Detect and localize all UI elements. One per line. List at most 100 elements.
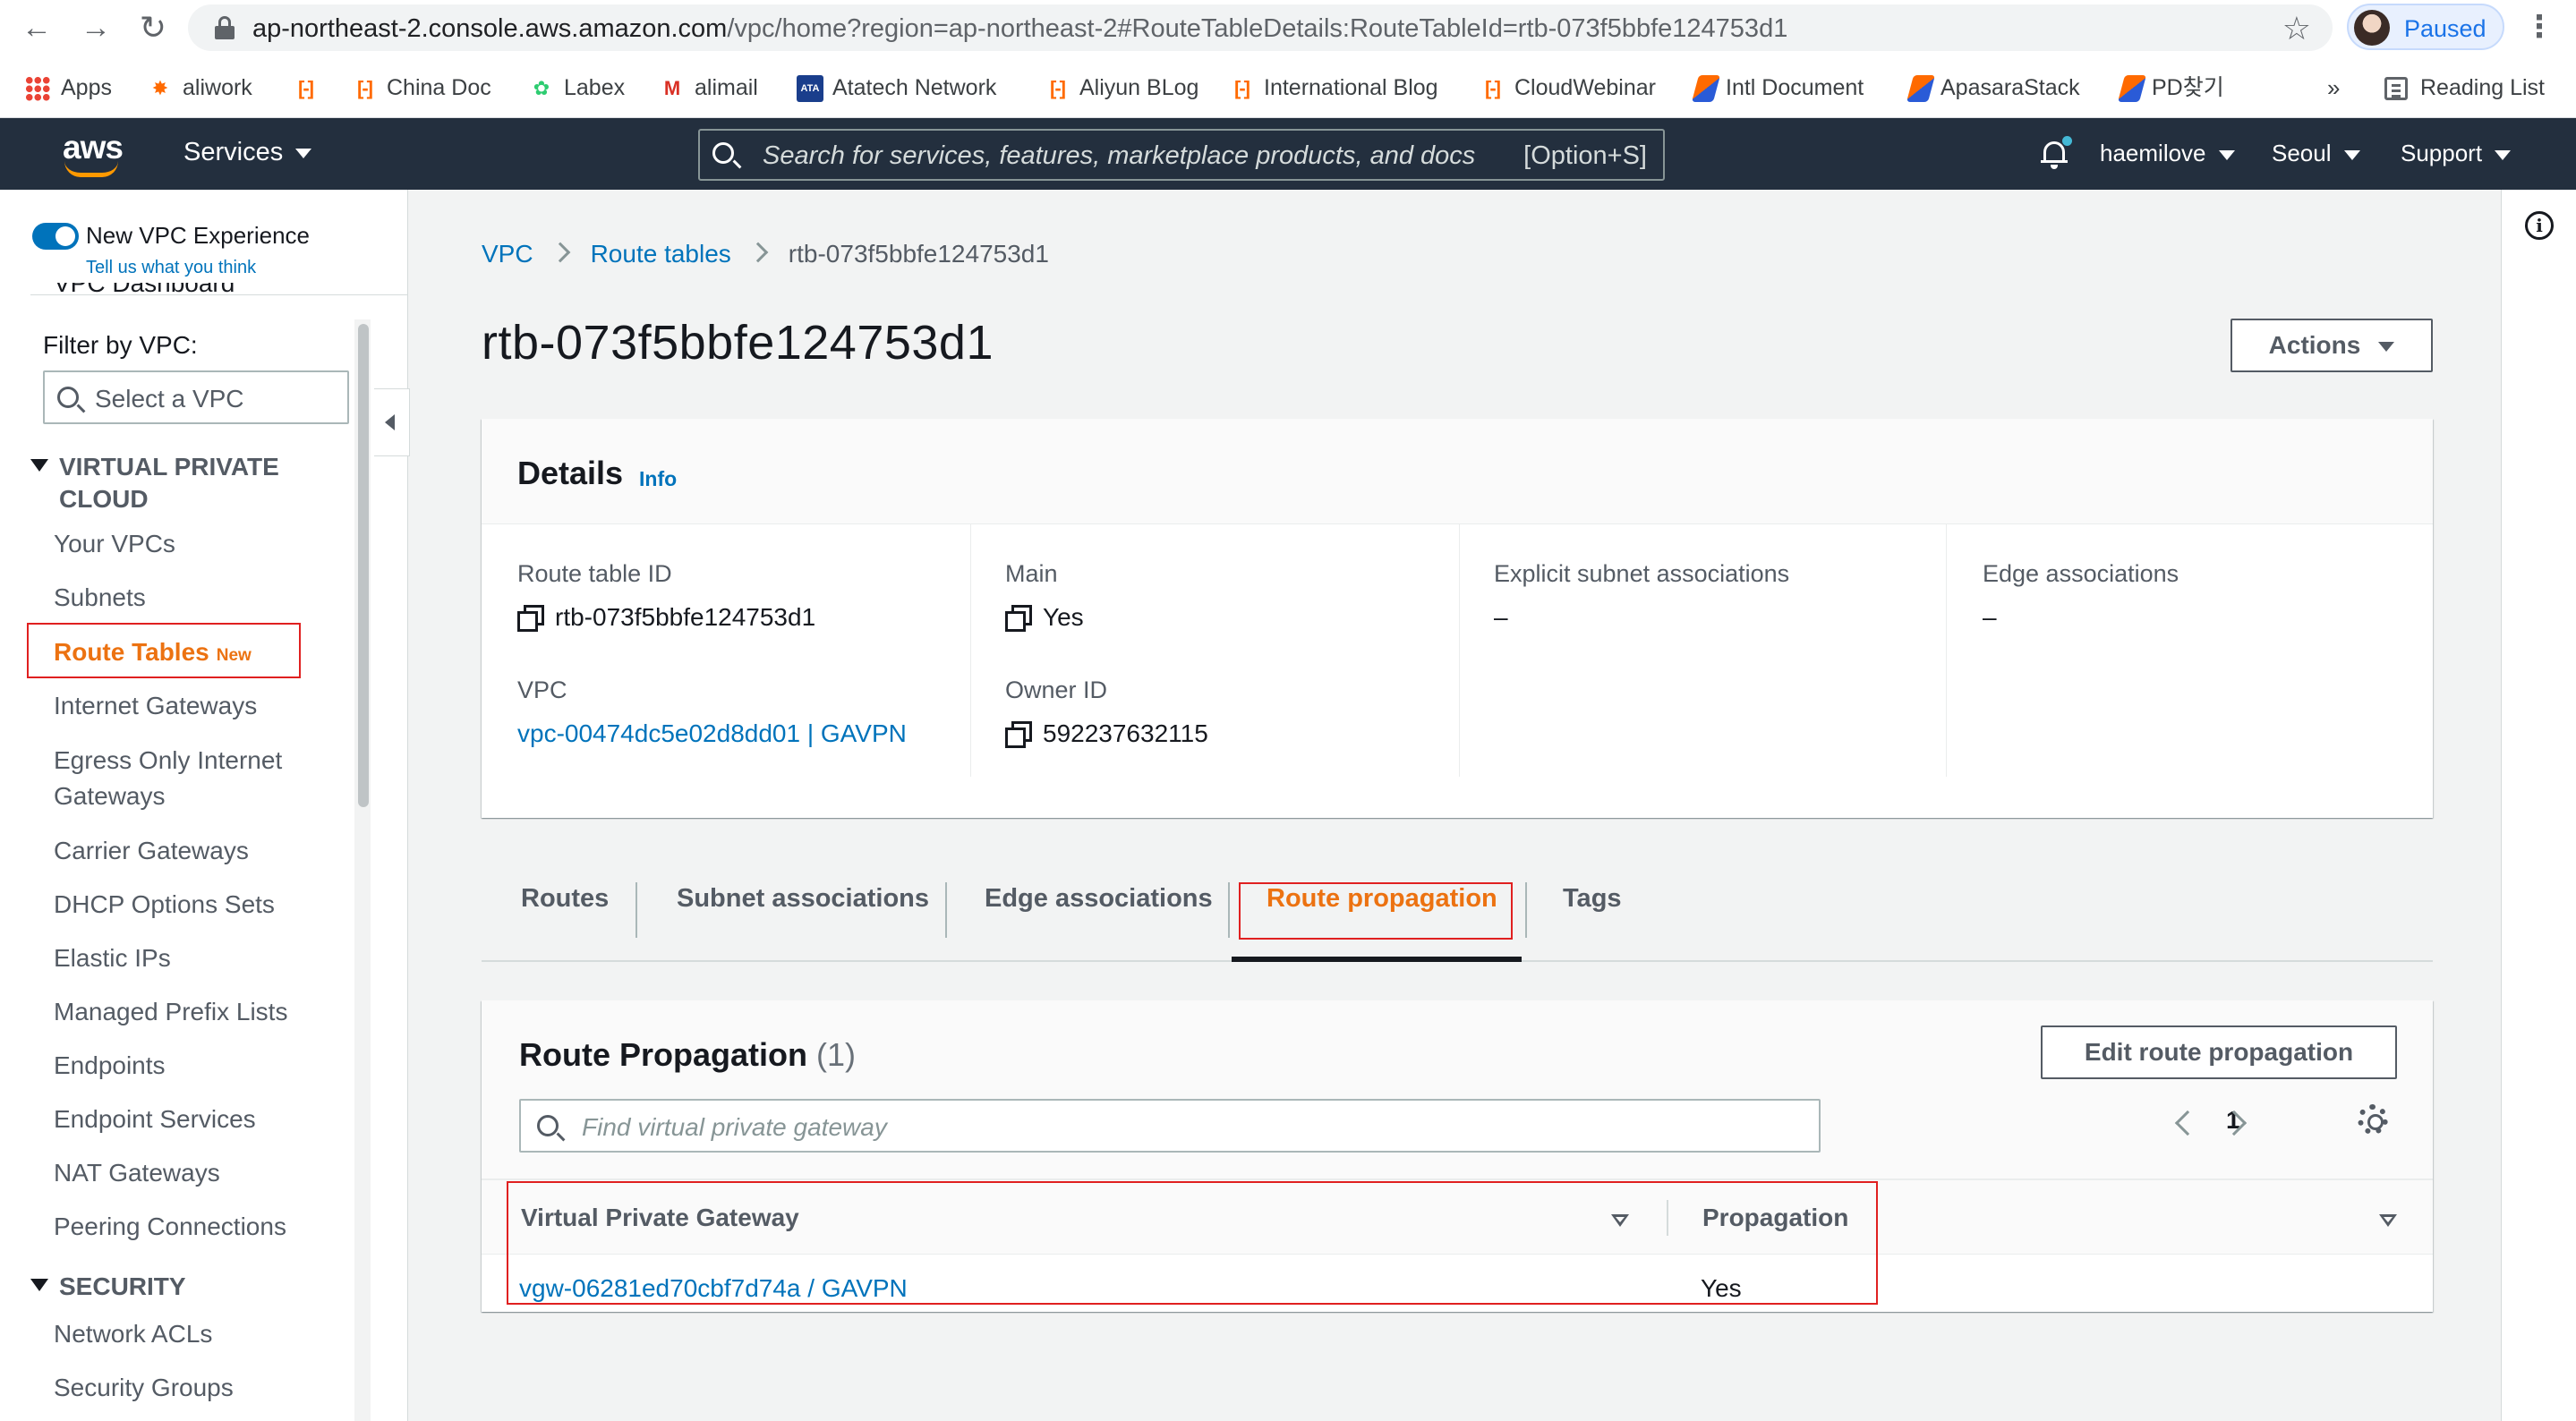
sidebar-item-network-acls[interactable]: Network ACLs bbox=[54, 1316, 212, 1352]
bookmark-apasarastack[interactable]: ApasaraStack bbox=[1906, 72, 2080, 104]
vpc-link[interactable]: vpc-00474dc5e02d8dd01 | GAVPN bbox=[517, 719, 907, 748]
reload-icon[interactable]: ↻ bbox=[132, 7, 174, 48]
details-column-2: Main Yes Owner ID 592237632115 bbox=[970, 524, 1459, 777]
forward-icon[interactable]: → bbox=[75, 7, 116, 48]
owner-id-label: Owner ID bbox=[1005, 676, 1108, 703]
sidebar-item-label: Gateways bbox=[54, 782, 166, 810]
bookmark-international-blog[interactable]: [-] International Blog bbox=[1228, 72, 1438, 104]
sidebar-item-managed-prefix-lists[interactable]: Managed Prefix Lists bbox=[54, 994, 287, 1030]
bookmarks-bar: Apps ✸ aliwork [-] [-] China Doc ✿ Labex Ma… bbox=[0, 55, 2576, 118]
bookmark-apps[interactable]: Apps bbox=[25, 72, 112, 104]
sidebar-item-endpoint-services[interactable]: Endpoint Services bbox=[54, 1102, 256, 1137]
bookmark-alimail[interactable]: Malimail bbox=[659, 72, 758, 104]
aws-logo[interactable]: aws bbox=[63, 129, 124, 179]
sidebar-item-label: VPC Dashboard bbox=[54, 283, 235, 297]
find-gateway-input[interactable]: Find virtual private gateway bbox=[519, 1099, 1821, 1153]
url-host: ap-northeast-2.console.aws.amazon.com bbox=[252, 14, 728, 43]
bookmark-pd[interactable]: PD찾기 bbox=[2117, 72, 2224, 104]
sidebar-item-vpc-dashboard[interactable]: VPC Dashboard bbox=[54, 283, 235, 310]
bookmark-aliwork[interactable]: ✸ aliwork bbox=[147, 72, 252, 104]
bookmark-label: alimail bbox=[695, 75, 758, 100]
address-bar[interactable]: ap-northeast-2.console.aws.amazon.com/vp… bbox=[188, 4, 2333, 51]
new-vpc-experience-toggle[interactable] bbox=[32, 223, 79, 250]
help-panel-rail: i bbox=[2501, 190, 2576, 1421]
support-menu[interactable]: Support bbox=[2401, 140, 2512, 167]
profile-button[interactable]: Paused bbox=[2347, 4, 2504, 50]
bookmark-aliyun-blog[interactable]: [-] Aliyun BLog bbox=[1044, 72, 1198, 104]
tab-tags[interactable]: Tags bbox=[1563, 884, 1622, 914]
bookmark-china-doc[interactable]: [-] China Doc bbox=[351, 72, 491, 104]
explicit-subnet-associations-label: Explicit subnet associations bbox=[1494, 560, 1790, 587]
copy-icon[interactable] bbox=[517, 605, 544, 632]
tab-divider bbox=[635, 882, 637, 938]
bookmarks-overflow-icon[interactable]: » bbox=[2327, 72, 2340, 104]
copy-icon[interactable] bbox=[1005, 605, 1032, 632]
sidebar-item-your-vpcs[interactable]: Your VPCs bbox=[54, 526, 175, 562]
details-column-4: Edge associations – bbox=[1946, 524, 2433, 777]
sidebar-item-endpoints[interactable]: Endpoints bbox=[54, 1048, 166, 1084]
tab-edge-associations[interactable]: Edge associations bbox=[985, 884, 1213, 914]
info-link[interactable]: Info bbox=[639, 467, 677, 491]
section-virtual-private-cloud[interactable]: VIRTUAL PRIVATE CLOUD bbox=[30, 451, 279, 515]
sidebar-item-nat-gateways[interactable]: NAT Gateways bbox=[54, 1155, 220, 1191]
notifications-bell-icon[interactable] bbox=[2041, 136, 2072, 170]
back-icon[interactable]: ← bbox=[16, 7, 57, 48]
bookmark-label: China Doc bbox=[387, 75, 491, 100]
services-menu[interactable]: Services bbox=[183, 138, 312, 167]
experience-title: New VPC Experience bbox=[86, 222, 310, 249]
info-icon[interactable]: i bbox=[2525, 211, 2554, 240]
sidebar-item-elastic-ips[interactable]: Elastic IPs bbox=[54, 940, 171, 976]
more-menu-icon[interactable]: ⋮ bbox=[2524, 9, 2555, 45]
sidebar-item-internet-gateways[interactable]: Internet Gateways bbox=[54, 688, 257, 724]
sidebar-item-subnets[interactable]: Subnets bbox=[54, 580, 146, 616]
route-propagation-count: (1) bbox=[816, 1036, 857, 1073]
breadcrumb-vpc[interactable]: VPC bbox=[482, 240, 533, 268]
breadcrumb-route-tables[interactable]: Route tables bbox=[591, 240, 731, 268]
sidebar-item-carrier-gateways[interactable]: Carrier Gateways bbox=[54, 833, 249, 869]
active-tab-indicator bbox=[1232, 957, 1522, 962]
explicit-subnet-associations-value: – bbox=[1494, 603, 1508, 631]
region-menu[interactable]: Seoul bbox=[2272, 140, 2360, 167]
sidebar-item-egress-only-internet-gateways[interactable]: Egress Only Internet Gateways bbox=[54, 743, 282, 814]
bookmark-cloudwebinar[interactable]: [-] CloudWebinar bbox=[1479, 72, 1656, 104]
select-vpc-input[interactable]: Select a VPC bbox=[43, 370, 349, 424]
support-label: Support bbox=[2401, 140, 2483, 166]
bookmark-star-icon[interactable]: ☆ bbox=[2282, 10, 2311, 47]
vpc-label: VPC bbox=[517, 676, 567, 703]
vpc-sidebar: New VPC Experience Tell us what you thin… bbox=[0, 190, 408, 1421]
bookmark-label: PD찾기 bbox=[2152, 75, 2224, 100]
aws-search-input[interactable]: Search for services, features, marketpla… bbox=[698, 129, 1665, 181]
search-icon bbox=[537, 1115, 559, 1136]
avatar bbox=[2354, 10, 2390, 46]
bookmark-atatech[interactable]: ATA Atatech Network bbox=[797, 72, 996, 104]
apsara-flag-icon bbox=[2117, 75, 2147, 103]
collapse-sidebar-button[interactable] bbox=[374, 388, 410, 456]
tab-routes[interactable]: Routes bbox=[521, 884, 609, 914]
reading-list-button[interactable]: Reading List bbox=[2384, 72, 2545, 104]
copy-icon[interactable] bbox=[1005, 721, 1032, 748]
caret-down-icon bbox=[30, 1279, 48, 1291]
user-menu[interactable]: haemilove bbox=[2100, 140, 2235, 167]
section-security[interactable]: SECURITY bbox=[30, 1271, 186, 1303]
sidebar-scrollbar-thumb[interactable] bbox=[358, 324, 369, 807]
sidebar-item-peering-connections[interactable]: Peering Connections bbox=[54, 1209, 286, 1245]
feedback-link[interactable]: Tell us what you think bbox=[86, 258, 256, 278]
caret-down-icon bbox=[30, 459, 48, 472]
aliwork-icon: ✸ bbox=[151, 77, 169, 100]
reading-list-label: Reading List bbox=[2420, 75, 2545, 100]
alibaba-bracket-icon: [-] bbox=[1234, 77, 1250, 100]
bookmark-blank[interactable]: [-] bbox=[292, 72, 328, 104]
sidebar-item-dhcp-options-sets[interactable]: DHCP Options Sets bbox=[54, 887, 275, 923]
bookmark-intl-document[interactable]: Intl Document bbox=[1691, 72, 1864, 104]
labex-icon: ✿ bbox=[533, 77, 550, 100]
url-text[interactable]: ap-northeast-2.console.aws.amazon.com/vp… bbox=[252, 14, 1787, 44]
bookmark-labex[interactable]: ✿ Labex bbox=[528, 72, 625, 104]
gear-icon[interactable] bbox=[2358, 1104, 2388, 1135]
sidebar-item-security-groups[interactable]: Security Groups bbox=[54, 1370, 234, 1406]
caret-down-icon bbox=[2495, 149, 2512, 160]
tab-subnet-associations[interactable]: Subnet associations bbox=[677, 884, 929, 914]
section-title-line: VIRTUAL PRIVATE bbox=[59, 453, 279, 481]
edit-route-propagation-button[interactable]: Edit route propagation bbox=[2041, 1025, 2397, 1079]
actions-button[interactable]: Actions bbox=[2231, 319, 2433, 372]
sort-icon[interactable] bbox=[2379, 1214, 2397, 1227]
